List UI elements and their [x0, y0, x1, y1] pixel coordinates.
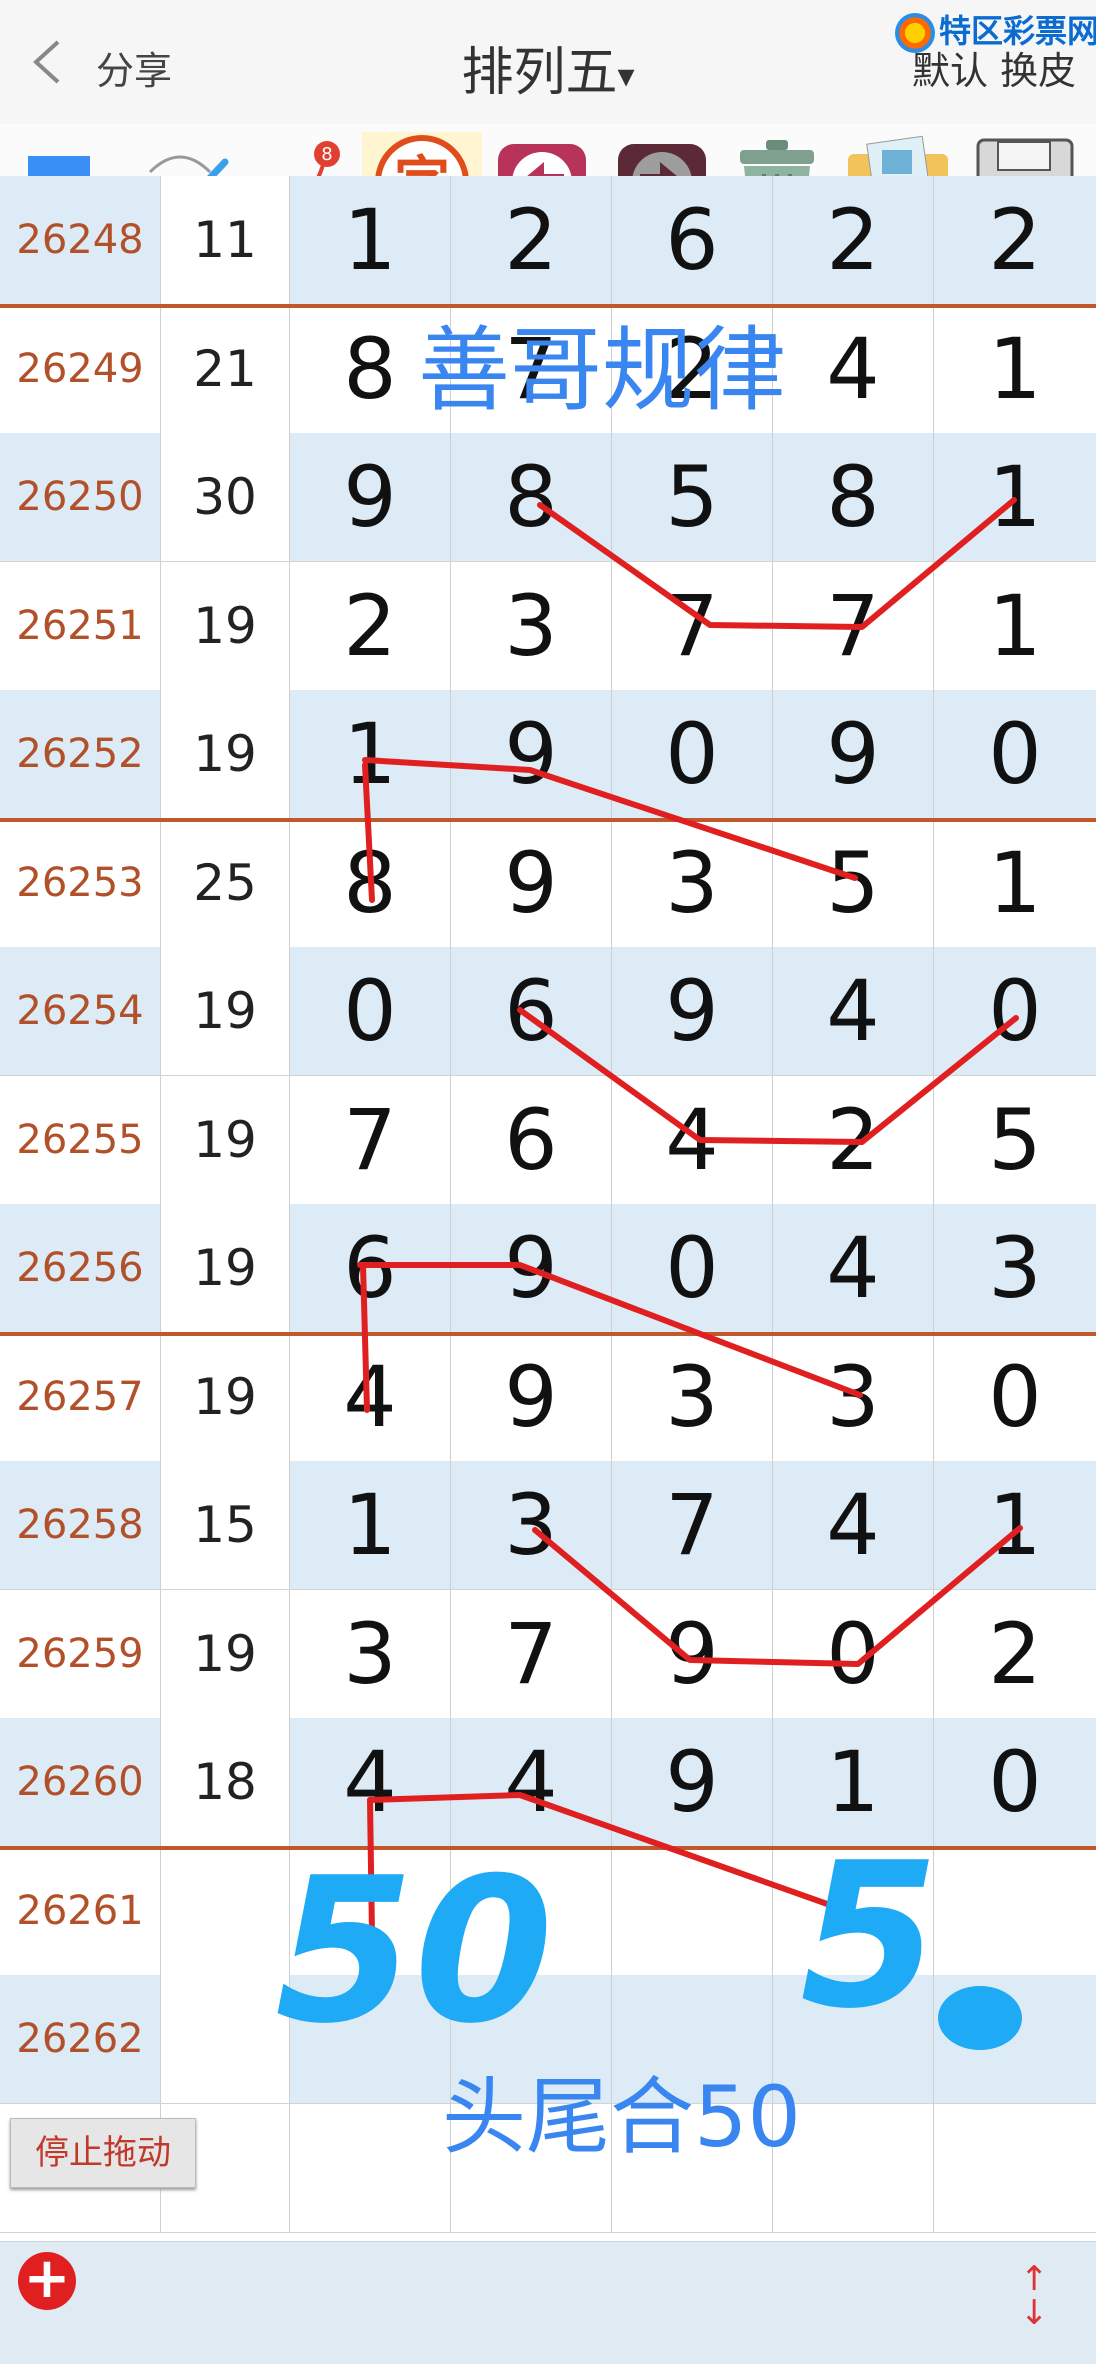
add-icon[interactable]: + [18, 2251, 76, 2310]
stop-drag-button[interactable]: 停止拖动 [10, 2118, 196, 2188]
footer-bar [0, 2241, 1096, 2364]
handwritten-dot [938, 1986, 1022, 2050]
scroll-updown-icon[interactable]: ↑ ↓ [1020, 2262, 1049, 2330]
bottom-handwritten-note: 头尾合50 [442, 2068, 801, 2166]
right-dot-overlay [938, 1986, 1022, 2050]
